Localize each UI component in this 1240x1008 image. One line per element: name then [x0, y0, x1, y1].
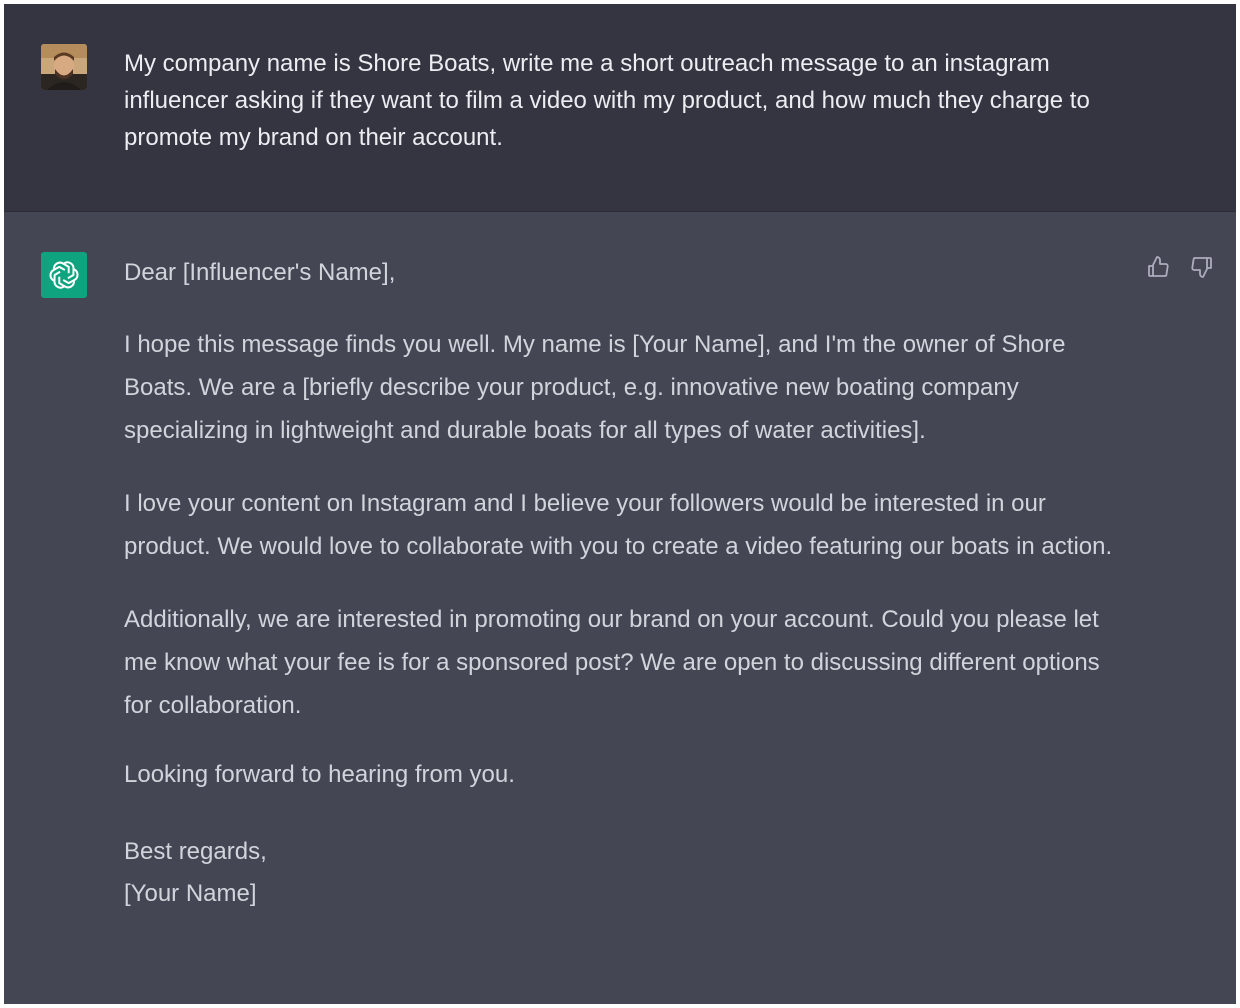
message-paragraph: I hope this message finds you well. My n…: [124, 331, 1066, 444]
chat-thread: My company name is Shore Boats, write me…: [4, 4, 1236, 1004]
user-message-text: My company name is Shore Boats, write me…: [124, 50, 1090, 151]
user-message-row: My company name is Shore Boats, write me…: [4, 4, 1236, 212]
sign-off: Best regards,: [124, 838, 267, 865]
thumbs-up-icon: [1148, 256, 1169, 277]
user-avatar: [41, 44, 87, 90]
assistant-message-row: Dear [Influencer's Name], I hope this me…: [4, 212, 1236, 1004]
dislike-button[interactable]: [1189, 254, 1215, 280]
assistant-message-text: Dear [Influencer's Name], I hope this me…: [124, 255, 1124, 915]
message-paragraph: I love your content on Instagram and I b…: [124, 490, 1113, 560]
assistant-avatar: [41, 252, 87, 298]
user-avatar-photo: [41, 44, 87, 90]
openai-logo-icon: [49, 261, 79, 289]
like-button[interactable]: [1145, 254, 1171, 280]
message-paragraph: Additionally, we are interested in promo…: [124, 606, 1100, 719]
greeting-line: Dear [Influencer's Name],: [124, 259, 396, 286]
signature: [Your Name]: [124, 880, 257, 907]
closing-line: Looking forward to hearing from you.: [124, 761, 515, 788]
thumbs-down-icon: [1191, 257, 1212, 278]
